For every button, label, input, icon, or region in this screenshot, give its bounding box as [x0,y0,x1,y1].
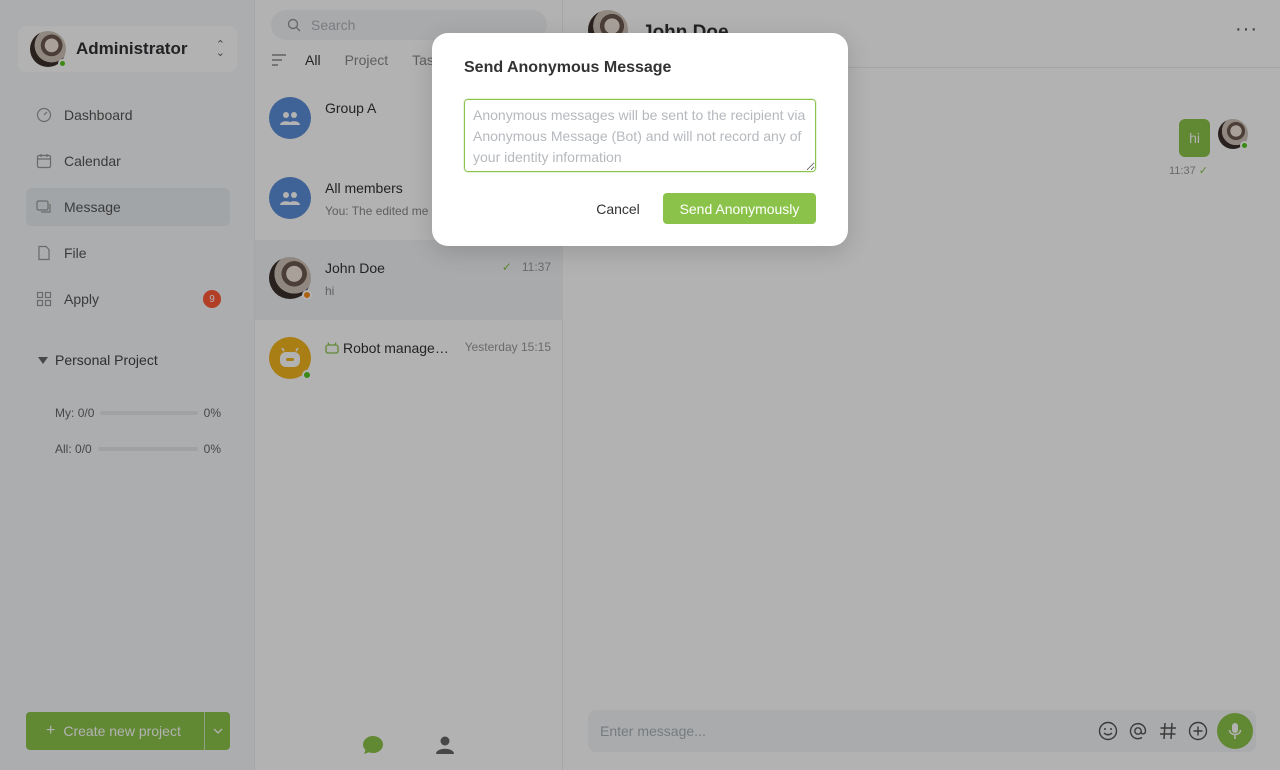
cancel-button[interactable]: Cancel [583,193,653,224]
dialog-title: Send Anonymous Message [464,59,672,76]
anonymous-message-dialog: Send Anonymous Message Cancel Send Anony… [432,33,848,246]
anonymous-message-input[interactable] [464,99,816,172]
send-anonymously-button[interactable]: Send Anonymously [663,193,816,224]
